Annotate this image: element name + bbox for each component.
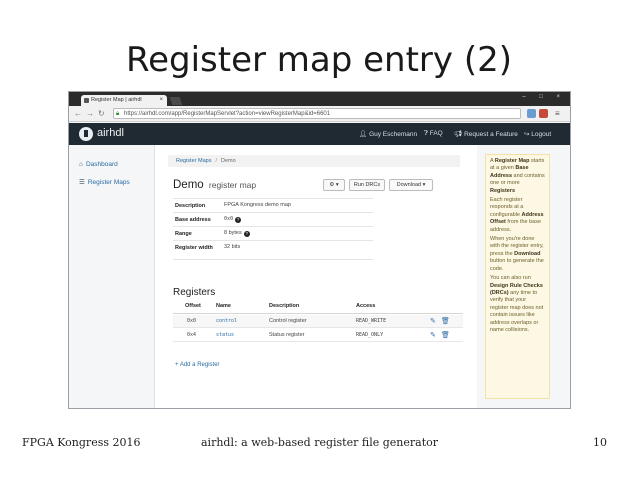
address-url: https://airhdl.com/app/RegisterMapServle… [124,111,331,117]
list-icon: ☰ [79,179,85,186]
property-key: Register width [175,245,213,251]
screenshot-frame: Register Map | airhdl × – □ × ← → ↻ 🔒︎ h… [68,91,571,409]
extension-badge-icon[interactable] [539,109,548,118]
close-tab-icon[interactable]: × [159,95,163,106]
help-paragraph: A Register Map starts at a given Base Ad… [490,158,545,194]
edit-icon[interactable]: ✎ [430,331,436,339]
property-key: Base address [175,217,211,223]
register-description: Control register [269,318,307,324]
help-paragraph: Each register responds at a configurable… [490,197,544,233]
property-value: 8 bytes? [224,230,250,237]
help-circle-icon[interactable]: ? [235,217,242,223]
registers-heading: Registers [173,287,216,298]
breadcrumb-current: Demo [221,158,236,164]
add-register-button[interactable]: + Add a Register [175,362,220,368]
back-icon[interactable]: ← [74,109,82,118]
browser-toolbar: ← → ↻ 🔒︎ https://airhdl.com/app/Register… [69,106,570,122]
property-row: Base address 0x0? [173,212,373,226]
lock-icon: 🔒︎ [116,111,120,117]
cloud-logo-icon[interactable] [79,127,93,141]
trash-icon[interactable]: 🗑︎ [441,331,450,339]
register-description: Status register [269,332,305,338]
column-header-description: Description [269,303,300,309]
forward-icon[interactable]: → [86,109,94,118]
register-name-link[interactable]: status [216,332,234,338]
logout-link[interactable]: ↪ Logout [524,130,551,138]
register-map-name: Demo [173,179,204,191]
breadcrumb-register-maps[interactable]: Register Maps [176,158,211,164]
column-header-offset: Offset [185,303,201,309]
edit-icon[interactable]: ✎ [430,317,436,325]
request-feature-link[interactable]: 📢︎ Request a Feature [454,130,518,138]
slide-title: Register map entry (2) [125,40,512,80]
browser-tab[interactable]: Register Map | airhdl × [81,95,167,106]
help-panel: A Register Map starts at a given Base Ad… [485,154,550,399]
register-access: READ_WRITE [356,318,387,324]
header-divider [173,313,463,314]
property-row: Range 8 bytes? [173,226,373,240]
property-value: 32 bits [224,244,241,250]
sidebar: ⌂ Dashboard ☰ Register Maps [69,145,155,408]
property-value: FPGA Kongress demo map [224,202,291,208]
new-tab-button[interactable] [169,97,183,105]
property-row: Description FPGA Kongress demo map [173,198,373,212]
faq-link[interactable]: ❓︎ FAQ [424,130,443,138]
user-icon: 👤︎ [359,131,370,138]
settings-dropdown-button[interactable]: ⚙ ▾ [323,179,345,191]
browser-tabbar: Register Map | airhdl × – □ × [69,92,570,106]
register-name-link[interactable]: control [216,318,237,324]
tab-title: Register Map | airhdl [91,97,142,103]
property-key: Range [175,231,192,237]
brand-name[interactable]: airhdl [97,127,124,139]
megaphone-icon: 📢︎ [454,131,465,138]
address-bar[interactable]: 🔒︎ https://airhdl.com/app/RegisterMapSer… [113,108,521,119]
trash-icon[interactable]: 🗑︎ [441,317,450,325]
breadcrumb-separator: / [215,158,217,164]
run-drcs-button[interactable]: Run DRCs [349,179,385,191]
slide-number: 10 [593,436,607,449]
register-offset: 0x0 [187,318,197,324]
help-paragraph: When you're done with the register entry… [490,236,544,272]
sidebar-item-dashboard[interactable]: ⌂ Dashboard [79,161,118,168]
download-dropdown-button[interactable]: Download ▾ [389,179,433,191]
register-access: READ_ONLY [356,332,384,338]
footer-center: airhdl: a web-based register file genera… [201,436,438,449]
main-content: Register Maps / Demo Demo register map ⚙ ▾… [155,145,477,408]
reload-icon[interactable]: ↻ [98,109,105,118]
property-row: Register width 32 bits [173,240,373,260]
footer-left: FPGA Kongress 2016 [22,436,141,449]
table-row[interactable]: 0x0 control Control register READ_WRITE … [173,315,463,328]
breadcrumb: Register Maps / Demo [168,155,460,167]
favicon-icon [84,98,89,103]
menu-icon[interactable]: ≡ [555,109,560,118]
page-subtitle: register map [208,180,257,190]
table-row[interactable]: 0x4 status Status register READ_ONLY ✎ 🗑… [173,329,463,342]
property-value: 0x0? [224,216,242,223]
page-title: Demo register map [173,179,256,191]
sidebar-item-register-maps[interactable]: ☰ Register Maps [79,178,130,186]
help-paragraph: You can also run Design Rule Checks (DRC… [490,275,544,333]
register-offset: 0x4 [187,332,197,338]
home-icon: ⌂ [79,161,83,168]
window-controls[interactable]: – □ × [522,94,566,100]
extension-icon[interactable] [527,109,536,118]
property-key: Description [175,203,206,209]
user-menu[interactable]: 👤︎ Guy Eschemann [359,130,417,138]
app-navbar: airhdl 👤︎ Guy Eschemann ❓︎ FAQ 📢︎ Reques… [69,123,570,145]
column-header-name: Name [216,303,231,309]
column-header-access: Access [356,303,376,309]
help-circle-icon[interactable]: ? [243,231,250,237]
